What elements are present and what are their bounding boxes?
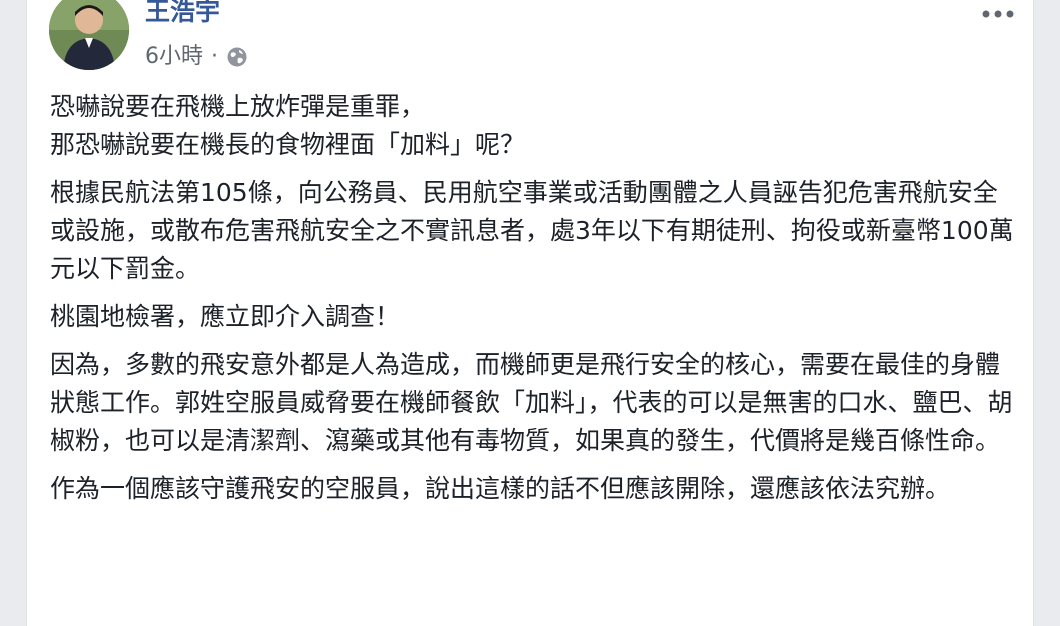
post-body: 恐嚇說要在飛機上放炸彈是重罪， 那恐嚇說要在機長的食物裡面「加料」呢？ 根據民航… [50, 88, 1020, 518]
post-paragraph-1: 恐嚇說要在飛機上放炸彈是重罪， 那恐嚇說要在機長的食物裡面「加料」呢？ [50, 92, 526, 159]
post-paragraph-4: 因為，多數的飛安意外都是人為造成，而機師更是飛行安全的核心，需要在最佳的身體狀態… [50, 350, 1013, 455]
post-meta: 6小時 · [145, 42, 248, 72]
post-paragraph-2: 根據民航法第105條，向公務員、民用航空事業或活動團體之人員誣告犯危害飛航安全或… [50, 178, 1014, 283]
avatar-photo [49, 0, 129, 70]
post-timestamp[interactable]: 6小時 [145, 42, 203, 72]
meta-separator: · [211, 44, 218, 69]
more-options-icon[interactable] [981, 4, 1015, 24]
facebook-post-card: 王浩宇 6小時 · 恐嚇說要在飛機上放炸彈是重罪， 那恐嚇說要在機長的食物裡面「… [26, 0, 1034, 626]
post-paragraph-3: 桃園地檢署，應立即介入調查！ [50, 302, 401, 331]
globe-icon[interactable] [226, 46, 248, 68]
author-avatar[interactable] [49, 0, 129, 70]
author-name-link[interactable]: 王浩宇 [145, 0, 220, 28]
post-paragraph-5: 作為一個應該守護飛安的空服員，說出這樣的話不但應該開除，還應該依法究辦。 [50, 474, 951, 503]
